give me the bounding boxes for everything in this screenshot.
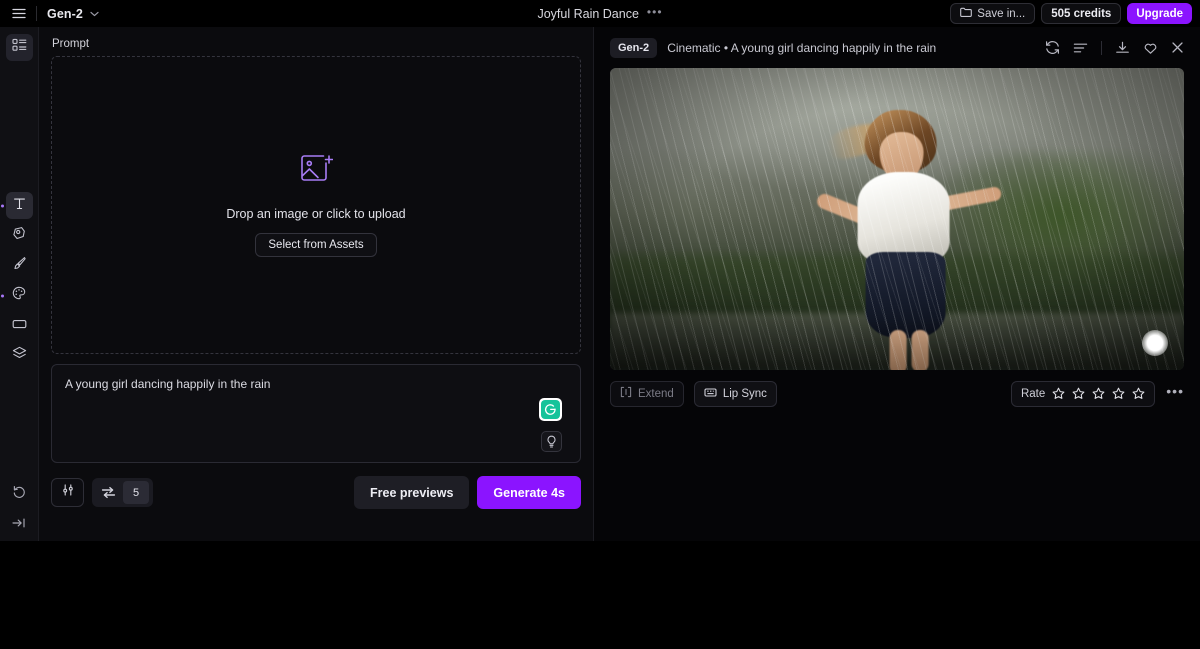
palette-icon: [12, 286, 26, 305]
image-plus-icon: [300, 154, 333, 189]
sidebar-item-text-tool[interactable]: [6, 192, 33, 219]
download-icon[interactable]: [1115, 41, 1130, 55]
sidebar-item-brush-tool[interactable]: [6, 252, 33, 279]
preview-caption: Cinematic • A young girl dancing happily…: [667, 41, 936, 55]
lipsync-mouth-icon: [704, 387, 717, 401]
star-icon-5[interactable]: [1132, 387, 1145, 400]
generation-toolbar: 5 Free previews Generate 4s: [51, 476, 581, 509]
sidebar-item-palette-tool[interactable]: [6, 282, 33, 309]
free-previews-button[interactable]: Free previews: [354, 476, 469, 509]
select-from-assets-button[interactable]: Select from Assets: [255, 233, 376, 257]
main-body: Prompt Drop an image or click to upload …: [0, 27, 1200, 541]
image-dropzone[interactable]: Drop an image or click to upload Select …: [51, 56, 581, 354]
folder-icon: [960, 7, 972, 20]
undo-history-icon: [12, 485, 26, 504]
refresh-icon[interactable]: [1045, 40, 1060, 55]
layers-icon: [12, 346, 27, 365]
sidebar-item-assets-browser[interactable]: [6, 34, 33, 61]
ellipsis-icon[interactable]: •••: [647, 6, 663, 18]
prompt-section-label: Prompt: [52, 38, 581, 50]
collapse-panel-button[interactable]: [6, 511, 33, 538]
grammarly-g-mark: [541, 400, 560, 419]
toolbar-divider: [36, 6, 37, 21]
extend-label: Extend: [638, 388, 674, 400]
seed-control-group: 5: [92, 478, 153, 507]
text-t-icon: [13, 197, 26, 215]
rectangle-icon: [12, 317, 27, 335]
preview-panel: Gen-2 Cinematic • A young girl dancing h…: [594, 27, 1200, 541]
preview-toolbar: Extend Lip Sync Rate: [610, 370, 1184, 417]
seed-shuffle-icon[interactable]: [96, 481, 121, 504]
chevron-down-icon[interactable]: [90, 11, 99, 17]
rating-group: Rate •••: [1011, 381, 1184, 407]
generation-actions: Free previews Generate 4s: [354, 476, 581, 509]
lightbulb-icon[interactable]: [541, 431, 562, 452]
preview-header-actions: [1045, 40, 1184, 55]
cube-3d-icon: [12, 226, 26, 245]
prompt-textarea-wrapper[interactable]: A young girl dancing happily in the rain: [51, 364, 581, 463]
close-x-icon[interactable]: [1171, 41, 1184, 54]
dropzone-label: Drop an image or click to upload: [226, 207, 405, 221]
grammarly-g-icon[interactable]: [539, 398, 562, 421]
save-in-label: Save in...: [977, 8, 1025, 20]
settings-button[interactable]: [51, 478, 84, 507]
project-title: Joyful Rain Dance: [537, 7, 638, 21]
prompt-panel: Prompt Drop an image or click to upload …: [39, 27, 594, 541]
top-bar: Gen-2 Joyful Rain Dance ••• Save in... 5…: [0, 0, 1200, 27]
sliders-settings-icon: [61, 483, 75, 502]
active-dot-indicator: [1, 204, 4, 207]
upgrade-button[interactable]: Upgrade: [1127, 3, 1192, 24]
preview-model-chip: Gen-2: [610, 38, 657, 58]
heart-icon[interactable]: [1143, 41, 1158, 55]
white-dot-spinner[interactable]: [1142, 330, 1168, 356]
credits-badge[interactable]: 505 credits: [1041, 3, 1121, 24]
star-icon-1[interactable]: [1052, 387, 1065, 400]
rate-label: Rate: [1021, 388, 1045, 400]
sidebar-item-layers-tool[interactable]: [6, 342, 33, 369]
arrow-to-line-icon: [12, 516, 26, 534]
seed-value[interactable]: 5: [123, 481, 149, 504]
lip-sync-label: Lip Sync: [723, 388, 767, 400]
vignette-overlay: [610, 68, 1184, 370]
prompt-input[interactable]: A young girl dancing happily in the rain: [65, 377, 567, 393]
star-icon-2[interactable]: [1072, 387, 1085, 400]
video-frame: [610, 68, 1184, 370]
preview-more-icon[interactable]: •••: [1166, 384, 1184, 398]
list-lines-icon[interactable]: [1073, 42, 1088, 54]
star-icon-4[interactable]: [1112, 387, 1125, 400]
sidebar-item-3d-tool[interactable]: [6, 222, 33, 249]
topbar-right-group: Save in... 505 credits Upgrade: [950, 3, 1192, 24]
sidebar-item-frame-tool[interactable]: [6, 312, 33, 339]
header-divider: [1101, 41, 1102, 55]
left-tool-rail: [0, 27, 39, 541]
preview-header: Gen-2 Cinematic • A young girl dancing h…: [610, 27, 1184, 68]
extend-button[interactable]: Extend: [610, 381, 684, 407]
hamburger-icon[interactable]: [6, 4, 32, 24]
app-window: Gen-2 Joyful Rain Dance ••• Save in... 5…: [0, 0, 1200, 541]
rate-control[interactable]: Rate: [1011, 381, 1155, 407]
lip-sync-button[interactable]: Lip Sync: [694, 381, 777, 407]
brush-icon: [12, 256, 26, 275]
model-name-label: Gen-2: [47, 7, 83, 21]
save-in-button[interactable]: Save in...: [950, 3, 1035, 24]
history-undo-button[interactable]: [6, 481, 33, 508]
generate-button[interactable]: Generate 4s: [477, 476, 581, 509]
star-icon-3[interactable]: [1092, 387, 1105, 400]
video-preview[interactable]: [610, 68, 1184, 370]
extend-brackets-icon: [620, 386, 632, 401]
active-dot-indicator: [1, 294, 4, 297]
list-grid-icon: [12, 38, 27, 57]
